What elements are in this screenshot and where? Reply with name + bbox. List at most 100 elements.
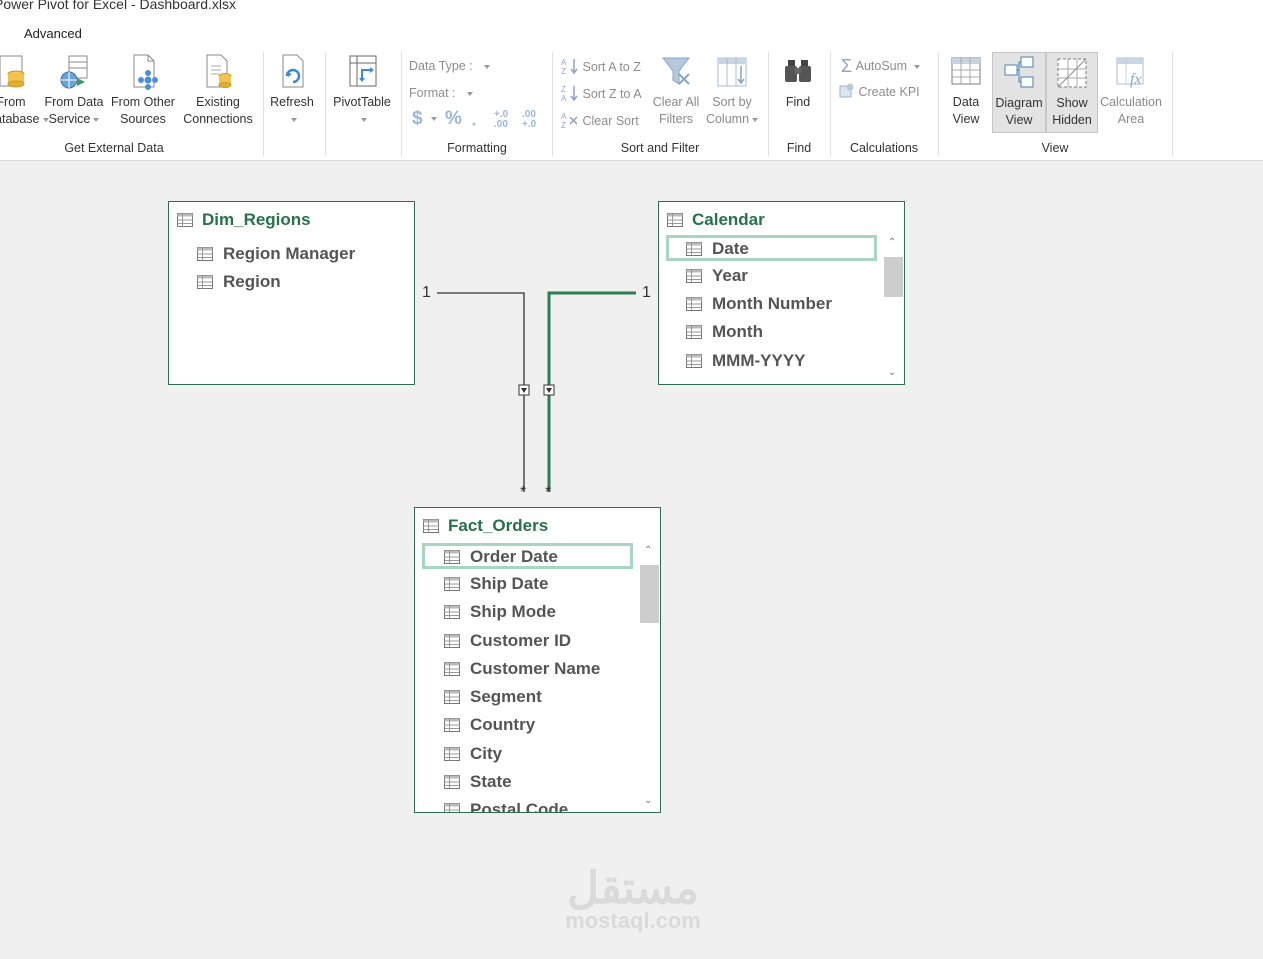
from-database-line1: From (0, 95, 26, 109)
percent-format-button[interactable]: % (445, 108, 462, 130)
sort-descending-icon: Z A (561, 85, 578, 103)
column-item[interactable]: Month Number (686, 294, 832, 318)
window-title: Power Pivot for Excel - Dashboard.xlsx (0, 0, 236, 12)
clear-sort-label: Clear Sort (582, 114, 639, 128)
column-item[interactable]: City (444, 744, 502, 768)
pivottable-button[interactable]: PivotTable (330, 52, 394, 128)
column-item[interactable]: MMM-YYYY (686, 351, 806, 375)
column-icon (444, 605, 460, 619)
column-item-selected[interactable]: Order Date (422, 543, 633, 569)
sort-by-column-button[interactable]: Sort by Column (704, 52, 760, 128)
column-icon (444, 747, 460, 761)
column-item[interactable]: Ship Mode (444, 602, 556, 626)
clear-sort-button[interactable]: A Z Clear Sort (561, 111, 639, 130)
from-database-line2: Database (0, 112, 40, 126)
diagram-view-button[interactable]: Diagram View (992, 52, 1046, 133)
sort-by-column-icon (717, 57, 747, 87)
group-label-formatting: Formatting (447, 141, 507, 155)
show-hidden-button[interactable]: Show Hidden (1046, 52, 1098, 133)
chevron-down-icon[interactable]: ⌄ (644, 795, 652, 806)
clear-filter-icon (661, 57, 691, 85)
show-hidden-line2: Hidden (1052, 113, 1092, 127)
create-kpi-label: Create KPI (858, 85, 920, 99)
currency-icon: $ (412, 108, 423, 129)
sort-z-to-a-button[interactable]: Z A Sort Z to A (561, 84, 642, 103)
relationship-line-calendar-orders[interactable] (547, 291, 636, 492)
create-kpi-button[interactable]: Create KPI (839, 83, 920, 99)
tab-advanced[interactable]: Advanced (24, 26, 82, 41)
column-item[interactable]: Year (686, 266, 748, 290)
svg-text:Z: Z (561, 67, 566, 75)
scrollbar-thumb[interactable] (640, 565, 659, 623)
column-item[interactable]: Region (197, 272, 281, 296)
table-dim-regions[interactable]: Dim_Regions Region Manager Region (168, 201, 415, 385)
format-dropdown[interactable]: Format : (409, 86, 474, 100)
sort-a-to-z-button[interactable]: A Z Sort A to Z (561, 57, 641, 76)
column-icon (444, 577, 460, 591)
clear-all-filters-button[interactable]: Clear All Filters (650, 52, 702, 128)
table-icon (667, 213, 683, 227)
refresh-button[interactable]: Refresh (267, 52, 317, 128)
autosum-button[interactable]: Σ AutoSum (841, 56, 920, 77)
data-view-icon (951, 57, 981, 85)
chevron-up-icon[interactable]: ⌃ (888, 237, 896, 248)
column-item[interactable]: Postal Code (444, 800, 569, 813)
vertical-scrollbar[interactable]: ⌃ ⌄ (883, 235, 903, 380)
pivottable-icon (349, 55, 377, 87)
diagram-canvas[interactable]: 1 1 * * Dim_Regions Region Manager Regio… (0, 161, 1263, 959)
autosum-label: AutoSum (855, 59, 908, 73)
format-label: Format : (409, 86, 456, 100)
clear-all-filters-line1: Clear All (652, 95, 700, 109)
data-view-line1: Data (952, 95, 980, 109)
table-fact-orders[interactable]: Fact_Orders Order Date Ship Date Ship Mo… (414, 507, 661, 813)
column-item[interactable]: Customer ID (444, 631, 571, 655)
from-data-service-button[interactable]: From Data Service (42, 52, 106, 128)
table-calendar[interactable]: Calendar Date Year Month Number Month MM… (658, 201, 905, 385)
from-other-sources-button[interactable]: From Other Sources (110, 52, 176, 128)
clear-all-filters-line2: Filters (658, 112, 694, 126)
column-item[interactable]: Segment (444, 687, 542, 711)
svg-text:A: A (561, 58, 567, 67)
column-icon (197, 275, 213, 289)
column-item-selected[interactable]: Date (666, 235, 877, 261)
column-icon (444, 662, 460, 676)
find-button[interactable]: Find (776, 52, 820, 111)
column-item[interactable]: Customer Name (444, 659, 600, 683)
column-item[interactable]: Month (686, 322, 763, 346)
existing-connections-button[interactable]: Existing Connections (180, 52, 256, 128)
column-name: Postal Code (470, 800, 569, 813)
column-name: Month Number (712, 294, 832, 313)
from-database-button[interactable]: From Database (0, 52, 49, 128)
data-view-button[interactable]: Data View (943, 52, 989, 128)
relationship-line-regions-orders[interactable] (437, 292, 525, 492)
decrease-decimal-icon: .00 +.0 (522, 109, 537, 130)
column-name: Year (712, 266, 748, 285)
group-label-find: Find (786, 141, 812, 155)
column-name: Country (470, 715, 536, 734)
chevron-down-icon (913, 64, 920, 69)
column-item[interactable]: Country (444, 715, 535, 739)
column-item[interactable]: Region Manager (197, 244, 355, 268)
scrollbar-thumb[interactable] (884, 257, 903, 297)
calculation-area-line1: Calculation (1100, 95, 1162, 109)
column-name: Customer Name (470, 659, 601, 678)
table-name: Dim_Regions (202, 210, 311, 229)
currency-format-button[interactable]: $ (412, 108, 437, 130)
chevron-down-icon[interactable]: ⌄ (888, 367, 896, 378)
calendar-cardinality-many: * (545, 484, 552, 501)
vertical-scrollbar[interactable]: ⌃ ⌄ (639, 543, 659, 808)
calculation-area-button[interactable]: fx Calculation Area (1098, 52, 1164, 128)
increase-decimal-button[interactable]: +.0 .00 (494, 110, 516, 130)
increase-decimal-icon: +.0 .00 (494, 109, 509, 130)
table-header[interactable]: Dim_Regions (177, 210, 311, 230)
from-data-service-line2: Service (48, 112, 91, 126)
column-item[interactable]: Ship Date (444, 574, 548, 598)
data-type-dropdown[interactable]: Data Type : (409, 59, 491, 73)
column-name: Region Manager (223, 244, 356, 263)
column-item[interactable]: State (444, 772, 512, 796)
decrease-decimal-button[interactable]: .00 +.0 (522, 110, 544, 130)
find-label: Find (785, 95, 811, 109)
chevron-up-icon[interactable]: ⌃ (644, 545, 652, 556)
table-header[interactable]: Calendar (667, 210, 765, 230)
table-header[interactable]: Fact_Orders (423, 516, 548, 536)
